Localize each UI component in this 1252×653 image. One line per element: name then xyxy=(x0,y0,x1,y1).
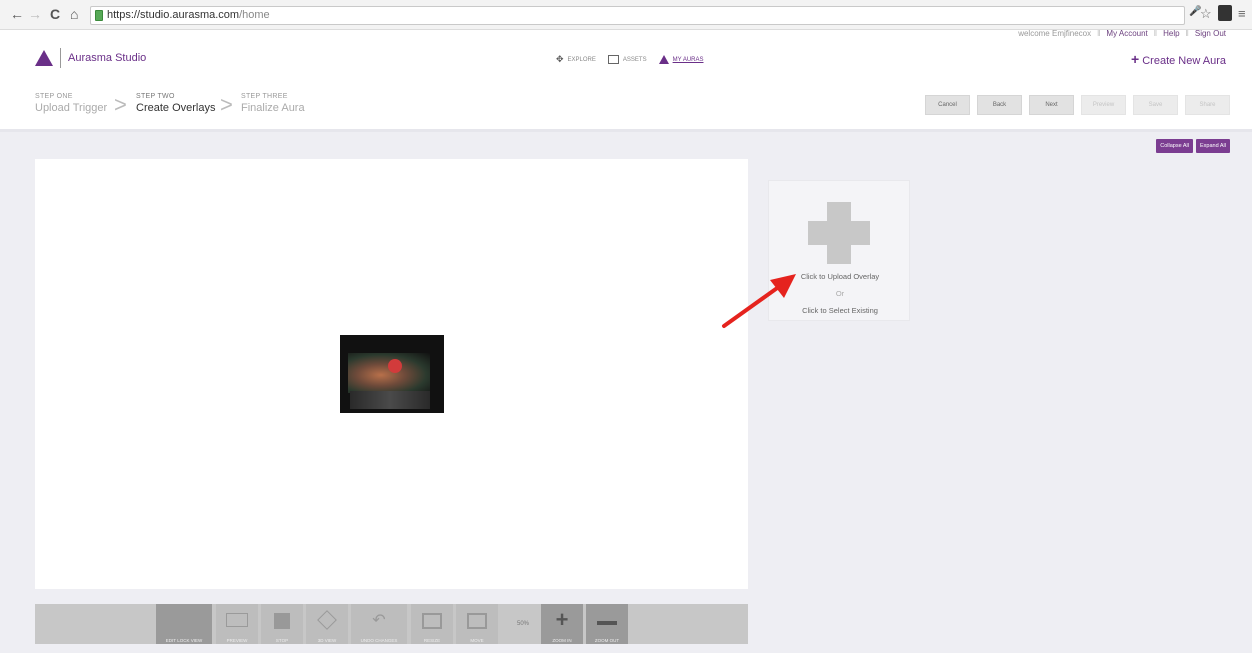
plus-icon: + xyxy=(555,607,569,632)
app-title[interactable]: Aurasma Studio xyxy=(68,52,146,64)
separator: ‖ xyxy=(1097,29,1101,38)
chrome-menu-icon[interactable]: ≡ xyxy=(1238,6,1246,21)
user-links: welcome Emjfinecox ‖ My Account ‖ Help ‖… xyxy=(1018,29,1226,38)
collapse-all-button[interactable]: Collapse All xyxy=(1156,139,1193,153)
preview-tool-button[interactable]: PREVIEW xyxy=(216,604,258,644)
sign-out-link[interactable]: Sign Out xyxy=(1195,29,1226,38)
step-number: STEP THREE xyxy=(241,93,288,100)
step-three[interactable]: STEP THREE Finalize Aura xyxy=(241,93,305,114)
step-number: STEP ONE xyxy=(35,93,73,100)
my-account-link[interactable]: My Account xyxy=(1106,29,1147,38)
tool-label: ZOOM OUT xyxy=(594,638,620,643)
extension-icon[interactable] xyxy=(1218,5,1232,21)
large-plus-icon xyxy=(797,181,881,271)
tool-label: 3D VIEW xyxy=(317,638,337,643)
main-nav: ✥ EXPLORE ASSETS MY AURAS xyxy=(556,54,704,65)
share-button[interactable]: Share xyxy=(1185,95,1230,115)
browser-toolbar: ← → C ⌂ https://studio.aurasma.com/home … xyxy=(0,0,1252,30)
create-new-aura-link[interactable]: + Create New Aura xyxy=(1131,51,1226,67)
tool-label: STOP xyxy=(275,638,289,643)
reload-icon[interactable]: C xyxy=(50,6,60,22)
forward-arrow-icon[interactable]: → xyxy=(28,6,42,22)
move-icon xyxy=(467,613,487,629)
preview-button[interactable]: Preview xyxy=(1081,95,1126,115)
minus-icon xyxy=(597,621,617,625)
logo-divider xyxy=(60,48,61,68)
lock-icon xyxy=(95,10,103,21)
step-name: Create Overlays xyxy=(136,102,216,114)
editor-canvas[interactable] xyxy=(35,159,748,589)
address-bar[interactable]: https://studio.aurasma.com/home xyxy=(90,6,1185,25)
step-one[interactable]: STEP ONE Upload Trigger xyxy=(35,93,107,114)
undo-icon: ↶ xyxy=(372,612,386,629)
3d-view-button[interactable]: 3D VIEW xyxy=(306,604,348,644)
bookmark-star-icon[interactable]: ☆ xyxy=(1200,6,1212,22)
url-host: https://studio.aurasma.com xyxy=(107,9,240,21)
url-text: https://studio.aurasma.com/home xyxy=(107,9,270,21)
arrow-shaft xyxy=(722,284,782,328)
plus-icon: + xyxy=(1131,51,1140,67)
image-region xyxy=(350,391,430,409)
tool-label: ZOOM IN xyxy=(552,638,572,643)
help-link[interactable]: Help xyxy=(1163,29,1179,38)
image-region xyxy=(348,353,430,393)
lock-view-button[interactable]: EDIT LOCK VIEW xyxy=(156,604,212,644)
image-region xyxy=(388,359,402,373)
chevron-right-icon: > xyxy=(114,92,127,117)
preview-screen-icon xyxy=(226,613,248,627)
nav-my-auras-label: MY AURAS xyxy=(672,56,704,63)
compass-icon: ✥ xyxy=(556,54,564,64)
nav-explore-label: EXPLORE xyxy=(567,56,596,63)
tool-label: UNDO CHANGES xyxy=(360,638,398,643)
move-button[interactable]: MOVE xyxy=(456,604,498,644)
step-name: Finalize Aura xyxy=(241,102,305,114)
zoom-level: 50% xyxy=(517,621,530,627)
separator: ‖ xyxy=(1153,29,1158,38)
next-button[interactable]: Next xyxy=(1029,95,1074,115)
undo-changes-button[interactable]: ↶ UNDO CHANGES xyxy=(351,604,407,644)
nav-my-auras[interactable]: MY AURAS xyxy=(658,55,704,64)
step-two[interactable]: STEP TWO Create Overlays xyxy=(136,93,215,114)
separator: ‖ xyxy=(1185,29,1189,38)
trigger-image[interactable] xyxy=(340,335,444,413)
tool-label: PREVIEW xyxy=(226,638,248,643)
expand-all-button[interactable]: Expand All xyxy=(1196,139,1230,153)
step-buttons: Cancel Back Next Preview Save Share xyxy=(925,95,1230,115)
home-icon[interactable]: ⌂ xyxy=(70,6,78,22)
tool-label: EDIT LOCK VIEW xyxy=(165,638,203,643)
aurasma-logo-icon[interactable] xyxy=(35,50,53,66)
image-icon xyxy=(607,55,619,64)
resize-button[interactable]: RESIZE xyxy=(411,604,453,644)
cancel-button[interactable]: Cancel xyxy=(925,95,970,115)
arrow-head xyxy=(770,274,796,298)
back-button[interactable]: Back xyxy=(977,95,1022,115)
resize-icon xyxy=(422,613,442,629)
aura-triangle-icon xyxy=(658,55,669,64)
url-path: /home xyxy=(239,9,270,21)
tool-label: RESIZE xyxy=(423,638,441,643)
step-name: Upload Trigger xyxy=(35,102,108,114)
welcome-text: welcome Emjfinecox xyxy=(1018,29,1092,38)
nav-assets-label: ASSETS xyxy=(622,56,647,63)
zoom-in-button[interactable]: + ZOOM IN xyxy=(541,604,583,644)
step-number: STEP TWO xyxy=(136,93,175,100)
save-button[interactable]: Save xyxy=(1133,95,1178,115)
back-arrow-icon[interactable]: ← xyxy=(10,6,24,22)
editor-toolbar: EDIT LOCK VIEW PREVIEW STOP 3D VIEW ↶ UN… xyxy=(35,604,748,644)
red-arrow-annotation xyxy=(722,274,796,328)
stop-icon xyxy=(274,613,290,629)
chevron-right-icon: > xyxy=(220,92,233,117)
plus-horizontal-bar xyxy=(808,221,870,245)
tool-label: MOVE xyxy=(470,638,484,643)
create-new-aura-label: Create New Aura xyxy=(1142,55,1226,67)
panel-buttons: Collapse All Expand All xyxy=(1156,139,1230,153)
cube-icon xyxy=(317,610,337,630)
zoom-out-button[interactable]: ZOOM OUT xyxy=(586,604,628,644)
stop-button[interactable]: STOP xyxy=(261,604,303,644)
nav-explore[interactable]: ✥ EXPLORE xyxy=(556,54,596,65)
nav-assets[interactable]: ASSETS xyxy=(607,55,647,64)
